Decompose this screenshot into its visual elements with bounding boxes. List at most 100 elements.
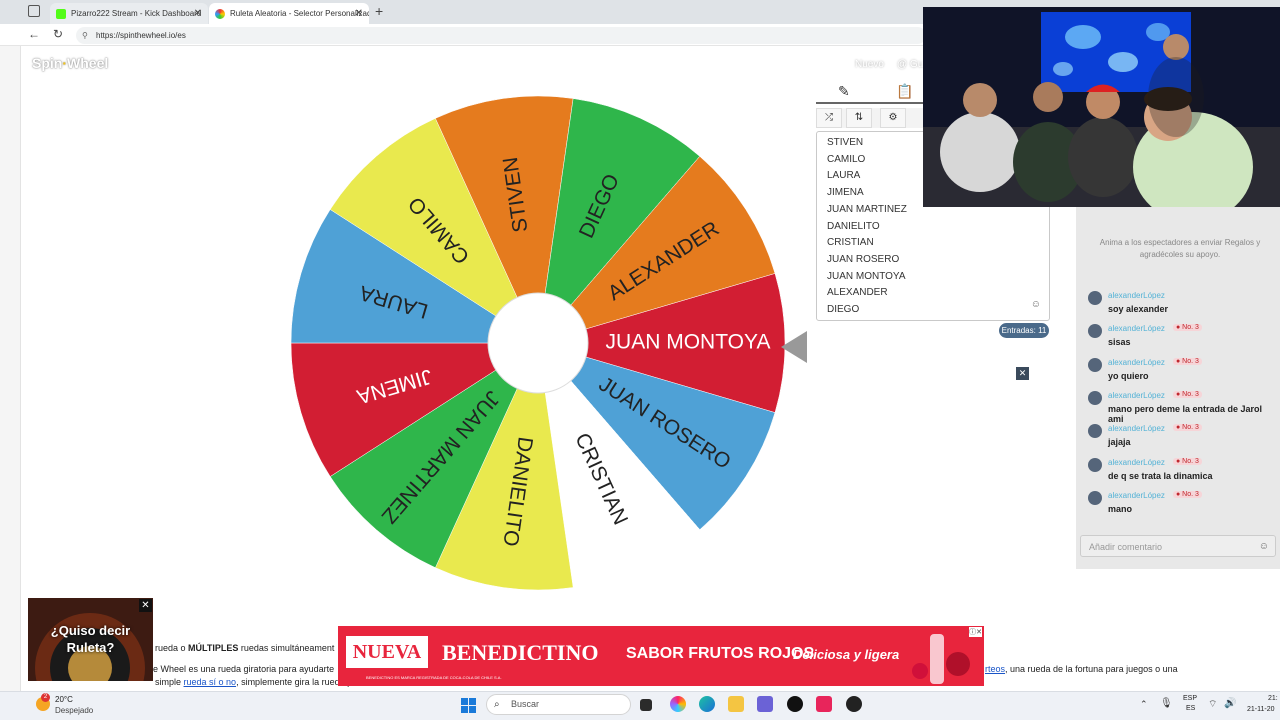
entry-line: JIMENA [827,187,864,199]
shuffle-icon[interactable]: ⤮ [816,108,842,128]
avatar[interactable] [1088,291,1102,305]
entry-line: JUAN MARTINEZ [827,203,907,215]
reload-icon[interactable]: ↻ [53,27,63,41]
webcam-video [923,7,1280,207]
emoji-icon[interactable]: ☺ [1031,299,1041,310]
tab-title: Ruleta Aleatoria - Selector Personalizad… [230,9,369,18]
copilot-icon[interactable] [670,696,686,712]
entry-line: JUAN MONTOYA [827,270,906,282]
close-icon[interactable]: ✕ [1016,367,1029,380]
chat-username[interactable]: alexanderLópez [1108,491,1165,500]
weather-temp: 20°C [55,695,73,704]
edit-pencil-icon[interactable]: ✎ [838,83,850,100]
tiktok-live-icon[interactable] [816,696,832,712]
clock-time[interactable]: 21: [1268,695,1278,702]
nav-other[interactable]: @ Gu [897,59,923,70]
sort-icon[interactable]: ⇅ [846,108,872,128]
taskbar-search[interactable]: ⌕ Buscar [486,694,631,715]
weather-desc: Despejado [55,706,94,715]
text: ruedas simultáneament [238,643,335,653]
chat-rank-badge: ● No. 3 [1173,490,1202,498]
raffle-link[interactable]: rteos [985,664,1005,674]
banner-ad[interactable]: BENEDICTINO SABOR FRUTOS ROJOS Deliciosa… [338,626,984,686]
wheel-pointer [781,331,807,363]
file-explorer-icon[interactable] [728,696,744,712]
obs-icon[interactable] [846,696,862,712]
banner-nueva: NUEVA [346,636,428,668]
chat-username[interactable]: alexanderLópez [1108,391,1165,400]
ad-question: ¿Quiso decir Ruleta? [50,623,131,655]
nav-new[interactable]: Nuevo [855,59,884,70]
microphone-icon[interactable]: 🎙 [1160,698,1173,709]
entry-line: STIVEN [827,137,864,148]
tab-kick-dashboard[interactable]: Pizarro222 Stream - Kick Dashboard ✕ [50,3,208,24]
task-view-icon[interactable] [640,699,652,711]
settings-icon[interactable]: ⚙ [880,108,906,128]
entries-count-badge: Entradas: 11 [999,323,1049,338]
tab-actions-icon[interactable] [28,5,40,17]
search-placeholder: Buscar [511,699,540,709]
text-bold: MÚLTIPLES [188,643,239,653]
avatar[interactable] [1088,490,1102,505]
url-field[interactable]: ⚲ https://spinthewheel.io/es [76,27,926,44]
text: , una rueda de la fortuna para juegos o … [1005,664,1178,674]
back-icon[interactable]: ← [28,27,40,41]
windows-start-icon[interactable] [461,698,477,714]
banner-flavor: SABOR FRUTOS ROJOS [626,645,815,662]
kick-favicon-icon [56,8,66,19]
chat-rank-badge: ● No. 3 [1173,324,1202,332]
clipboard-icon[interactable]: 📋 [896,83,913,100]
close-tab-icon[interactable]: ✕ [355,8,363,19]
avatar[interactable] [1088,457,1102,472]
text: simple [155,677,184,687]
chat-input[interactable]: Añadir comentario ☺ [1080,535,1276,557]
clock-date: 21-11-20 [1247,706,1275,713]
editor-toolbar: ⤮ ⇅ ⚙ [816,108,926,128]
tray-expand-icon[interactable]: ⌃ [1140,699,1148,710]
left-sidebar [0,46,21,694]
chat-rank-badge: ● No. 3 [1173,390,1202,398]
volume-icon[interactable]: 🔊 [1224,698,1236,709]
entry-line: ALEXANDER [827,287,888,299]
wheel-favicon-icon [215,8,225,19]
entry-line: CRISTIAN [827,237,874,249]
webcam-scene-image [923,7,1280,207]
editor-tabs: ✎ 📋 [816,80,926,104]
site-info-icon[interactable]: ⚲ [82,27,88,44]
close-tab-icon[interactable]: ✕ [194,8,202,19]
notification-badge: 2 [41,693,50,702]
avatar[interactable] [1088,390,1102,405]
entry-line: JUAN ROSERO [827,253,900,265]
emoji-icon[interactable]: ☺ [1259,536,1269,558]
chat-gifts-hint: Anima a los espectadores a enviar Regalo… [1099,238,1261,259]
close-icon[interactable]: ✕ [139,599,152,612]
chat-username[interactable]: alexanderLópez [1108,458,1165,467]
wheel-center[interactable] [487,292,589,394]
entry-line: DANIELITO [827,220,880,232]
page-paragraph-2: e Wheel es una rueda giratoria para ayud… [153,664,335,674]
chat-message-text: mano [1108,503,1133,514]
new-tab-button[interactable]: + [375,3,383,19]
chat-message-text: sisas [1108,337,1131,348]
url-text: https://spinthewheel.io/es [96,31,186,40]
chat-username[interactable]: alexanderLópez [1108,291,1165,300]
yes-no-wheel-link[interactable]: rueda sí o no [184,677,237,687]
chat-panel [1076,207,1280,569]
spin-wheel[interactable]: JUAN MONTOYAJUAN ROSEROCRISTIANDANIELITO… [288,96,788,596]
site-logo[interactable]: Spin·Wheel [32,55,108,71]
chat-username[interactable]: alexanderLópez [1108,358,1165,367]
avatar[interactable] [1088,357,1102,372]
chat-message-text: de q se trata la dinamica [1108,470,1213,481]
ad-choices-icon[interactable]: ⓘ✕ [969,627,982,637]
logo-spin: Spin [32,55,63,71]
banner-tagline: Deliciosa y ligera [793,647,900,662]
tab-ruleta[interactable]: Ruleta Aleatoria - Selector Personalizad… [209,3,369,24]
edge-browser-icon[interactable] [699,696,715,712]
tiktok-icon[interactable] [787,696,803,712]
teams-icon[interactable] [757,696,773,712]
wifi-icon[interactable]: ⌔ [1208,698,1217,711]
logo-wheel: Wheel [67,55,109,71]
chat-username[interactable]: alexanderLópez [1108,424,1165,433]
lang-top[interactable]: ESP [1183,695,1197,702]
chat-username[interactable]: alexanderLópez [1108,324,1165,333]
